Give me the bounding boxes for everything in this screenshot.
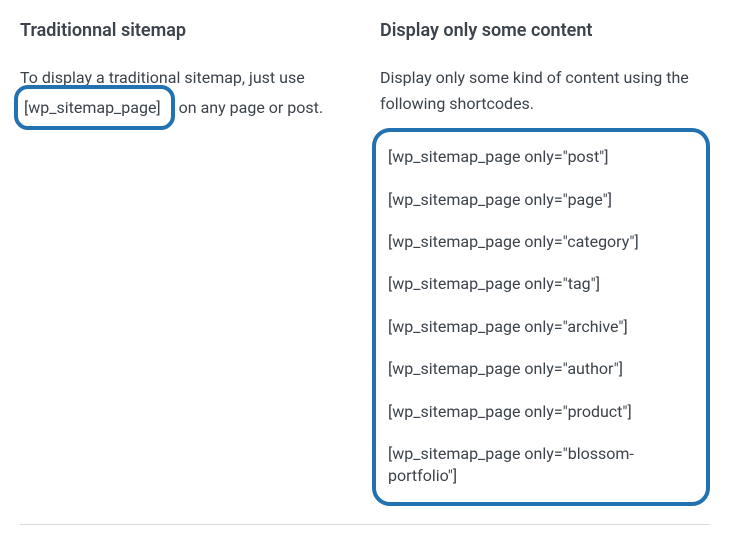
divider (20, 524, 710, 525)
right-heading: Display only some content (380, 20, 710, 41)
shortcode-item: [wp_sitemap_page only="product"] (388, 401, 694, 423)
shortcode-highlight: [wp_sitemap_page] (14, 85, 175, 131)
shortcode-item: [wp_sitemap_page only="post"] (388, 146, 694, 168)
left-paragraph: To display a traditional sitemap, just u… (20, 65, 360, 130)
shortcode-item: [wp_sitemap_page only="author"] (388, 358, 694, 380)
right-column: Display only some content Display only s… (380, 20, 710, 506)
shortcode-item: [wp_sitemap_page only="archive"] (388, 316, 694, 338)
shortcode-item: [wp_sitemap_page only="tag"] (388, 273, 694, 295)
shortcode-item: [wp_sitemap_page only="category"] (388, 231, 694, 253)
shortcode-text: [wp_sitemap_page] (24, 98, 161, 117)
content-container: Traditionnal sitemap To display a tradit… (20, 20, 710, 506)
shortcode-item: [wp_sitemap_page only="blossom-portfolio… (388, 443, 694, 488)
left-heading: Traditionnal sitemap (20, 20, 360, 41)
shortcode-item: [wp_sitemap_page only="page"] (388, 189, 694, 211)
right-intro: Display only some kind of content using … (380, 65, 710, 116)
left-column: Traditionnal sitemap To display a tradit… (20, 20, 360, 506)
left-text-after: on any page or post. (175, 98, 323, 117)
left-description: To display a traditional sitemap, just u… (20, 65, 360, 130)
shortcode-list-highlight: [wp_sitemap_page only="post"] [wp_sitema… (372, 128, 710, 506)
